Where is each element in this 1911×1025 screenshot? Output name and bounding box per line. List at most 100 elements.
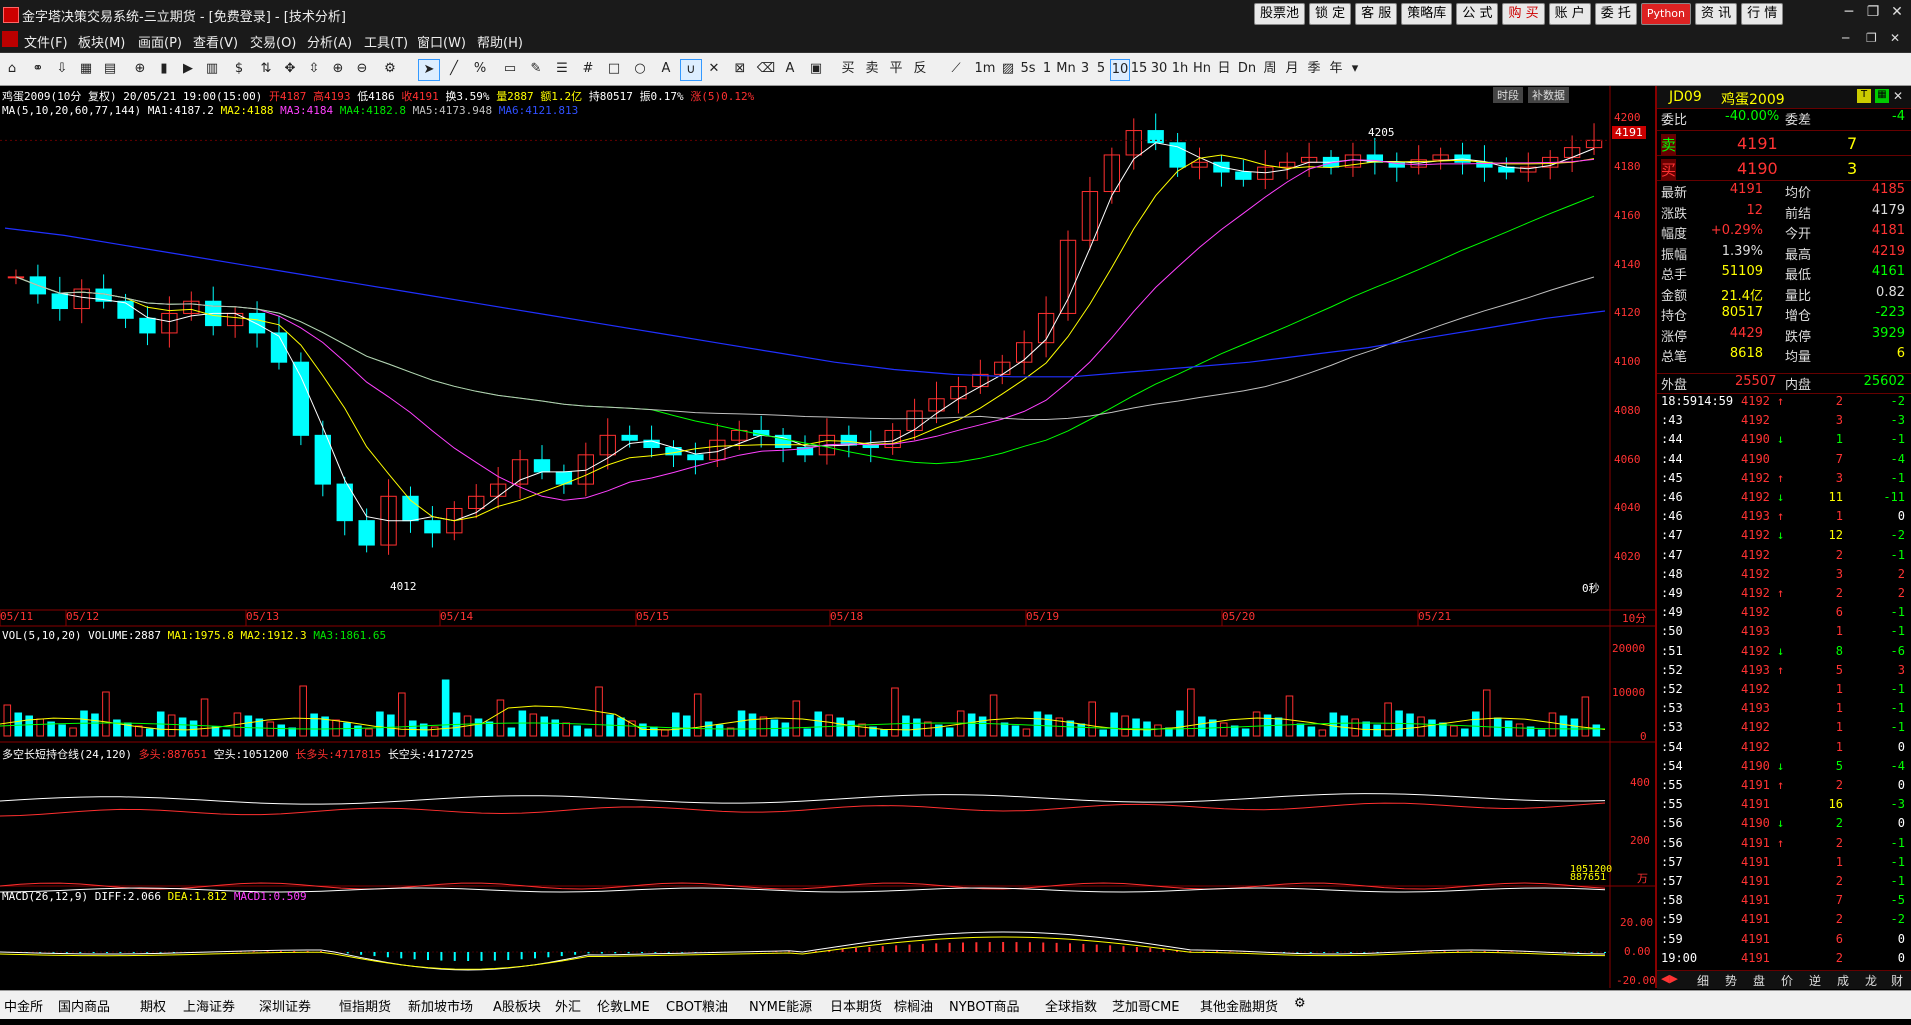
panel-tab-price[interactable]: 价 <box>1781 972 1793 989</box>
period-mn-icon[interactable]: Mn <box>1056 59 1076 79</box>
download-icon[interactable]: ⇩ <box>52 59 72 79</box>
menu-window[interactable]: 窗口(W) <box>417 32 466 51</box>
reverse-icon[interactable]: 反 <box>910 59 930 79</box>
channel-tool-icon[interactable]: ▭ <box>500 59 520 79</box>
period-30[interactable]: 30 <box>1150 59 1168 79</box>
market-tab[interactable]: 期权 <box>140 996 166 1015</box>
doc-icon[interactable]: ▥ <box>202 59 222 79</box>
market-tab[interactable]: 恒指期货 <box>339 996 391 1015</box>
panel-prev-icon[interactable]: ◀▶ <box>1661 972 1678 985</box>
panel-close-icon[interactable]: ✕ <box>1893 89 1903 103</box>
period-1h[interactable]: 1h <box>1170 59 1190 79</box>
period-5[interactable]: 5 <box>1094 59 1108 79</box>
zoom-in-icon[interactable]: ⊕ <box>328 59 348 79</box>
buy-button[interactable]: 购 买 <box>1502 3 1545 25</box>
buy-icon[interactable]: 买 <box>838 59 858 79</box>
period-week[interactable]: 周 <box>1260 59 1280 79</box>
market-tab[interactable]: 棕榈油 <box>894 996 933 1015</box>
pen-tool-icon[interactable]: ✎ <box>526 59 546 79</box>
market-tab[interactable]: 中金所 <box>4 996 43 1015</box>
market-tab[interactable]: CBOT粮油 <box>666 996 728 1015</box>
order-button[interactable]: 委 托 <box>1594 3 1637 25</box>
settings-gear-icon[interactable]: ⚙ <box>1294 996 1306 1011</box>
panel-tab-detail[interactable]: 细 <box>1697 972 1709 989</box>
move-icon[interactable]: ✥ <box>280 59 300 79</box>
panel-tab-deal[interactable]: 成 <box>1837 972 1849 989</box>
scroll-icon[interactable]: ⇳ <box>304 59 324 79</box>
t-icon[interactable]: T <box>1857 89 1871 103</box>
panel-tab-trend[interactable]: 势 <box>1725 972 1737 989</box>
line-chart-icon[interactable]: ⟋ <box>946 59 966 79</box>
minimize-icon[interactable]: ─ <box>1838 2 1860 22</box>
menu-app-icon[interactable] <box>2 31 18 47</box>
text-tool-icon[interactable]: A <box>656 59 676 79</box>
play-icon[interactable]: ▶ <box>178 59 198 79</box>
time-segment-button[interactable]: 时段 <box>1493 87 1523 103</box>
market-tab[interactable]: 伦敦LME <box>597 996 650 1015</box>
mdi-minimize-icon[interactable]: ─ <box>1842 31 1849 45</box>
sell-icon[interactable]: 卖 <box>862 59 882 79</box>
menu-file[interactable]: 文件(F) <box>24 32 68 51</box>
panel-tab-finance[interactable]: 财 <box>1891 972 1903 989</box>
settings-icon[interactable]: ⚙ <box>380 59 400 79</box>
market-tab[interactable]: 日本期货 <box>830 996 882 1015</box>
fib-tool-icon[interactable]: ☰ <box>552 59 572 79</box>
service-button[interactable]: 客 服 <box>1355 3 1398 25</box>
delete-icon[interactable]: ✕ <box>704 59 724 79</box>
period-10[interactable]: 10 <box>1110 59 1130 81</box>
market-tab[interactable]: 外汇 <box>555 996 581 1015</box>
circle-tool-icon[interactable]: ○ <box>630 59 650 79</box>
stock-pool-button[interactable]: 股票池 <box>1254 3 1306 25</box>
period-1m[interactable]: 1m <box>972 59 998 79</box>
market-tab[interactable]: NYBOT商品 <box>949 996 1020 1015</box>
market-tab[interactable]: 其他金融期货 <box>1200 996 1278 1015</box>
strategy-button[interactable]: 策略库 <box>1401 3 1453 25</box>
menu-analysis[interactable]: 分析(A) <box>307 32 352 51</box>
menu-tools[interactable]: 工具(T) <box>364 32 408 51</box>
mdi-restore-icon[interactable]: ❐ <box>1866 31 1877 45</box>
period-day[interactable]: 日 <box>1214 59 1234 79</box>
market-tab[interactable]: 上海证券 <box>183 996 235 1015</box>
market-tab[interactable]: NYME能源 <box>749 996 812 1015</box>
period-3[interactable]: 3 <box>1078 59 1092 79</box>
menu-sector[interactable]: 板块(M) <box>78 32 125 51</box>
panel-tab-dragon[interactable]: 龙 <box>1865 972 1877 989</box>
grid-icon[interactable]: ▦ <box>76 59 96 79</box>
mdi-close-icon[interactable]: ✕ <box>1890 31 1900 45</box>
link-icon[interactable]: ⚭ <box>28 59 48 79</box>
market-tab[interactable]: 国内商品 <box>58 996 110 1015</box>
percent-tool-icon[interactable]: % <box>470 59 490 79</box>
chart-mini-icon[interactable]: ▦ <box>1875 89 1889 103</box>
lock-button[interactable]: 锁 定 <box>1309 3 1352 25</box>
period-dn[interactable]: Dn <box>1236 59 1258 79</box>
save-icon[interactable]: ▣ <box>806 59 826 79</box>
market-tab[interactable]: 新加坡市场 <box>408 996 473 1015</box>
pointer-icon[interactable]: ➤ <box>418 59 440 81</box>
chart-area[interactable]: 鸡蛋2009(10分 复权) 20/05/21 19:00(15:00) 开41… <box>0 86 1656 988</box>
market-tab[interactable]: 深圳证券 <box>259 996 311 1015</box>
close-icon[interactable]: ✕ <box>1886 2 1908 22</box>
zoom-out-icon[interactable]: ⊖ <box>352 59 372 79</box>
python-button[interactable]: Python <box>1640 3 1692 25</box>
fill-data-button[interactable]: 补数据 <box>1528 87 1569 103</box>
period-more-icon[interactable]: ▾ <box>1348 59 1362 79</box>
hash-tool-icon[interactable]: # <box>578 59 598 79</box>
period-month[interactable]: 月 <box>1282 59 1302 79</box>
close-pos-icon[interactable]: 平 <box>886 59 906 79</box>
period-1[interactable]: 1 <box>1040 59 1054 79</box>
menu-trade[interactable]: 交易(O) <box>250 32 296 51</box>
menu-screen[interactable]: 画面(P) <box>138 32 182 51</box>
crosshair-icon[interactable]: ⊕ <box>130 59 150 79</box>
chart-type-icon[interactable]: ▨ <box>1000 59 1016 79</box>
lock-icon[interactable]: ⊠ <box>730 59 750 79</box>
account-button[interactable]: 账 户 <box>1548 3 1591 25</box>
market-tab[interactable]: 芝加哥CME <box>1112 996 1180 1015</box>
menu-view[interactable]: 查看(V) <box>193 32 238 51</box>
sort-icon[interactable]: ⇅ <box>256 59 276 79</box>
layout-icon[interactable]: ▤ <box>100 59 120 79</box>
trash-icon[interactable]: ⌫ <box>756 59 776 79</box>
news-button[interactable]: 资 讯 <box>1695 3 1738 25</box>
panel-tab-reverse[interactable]: 逆 <box>1809 972 1821 989</box>
menu-help[interactable]: 帮助(H) <box>477 32 523 51</box>
panel-tab-book[interactable]: 盘 <box>1753 972 1765 989</box>
